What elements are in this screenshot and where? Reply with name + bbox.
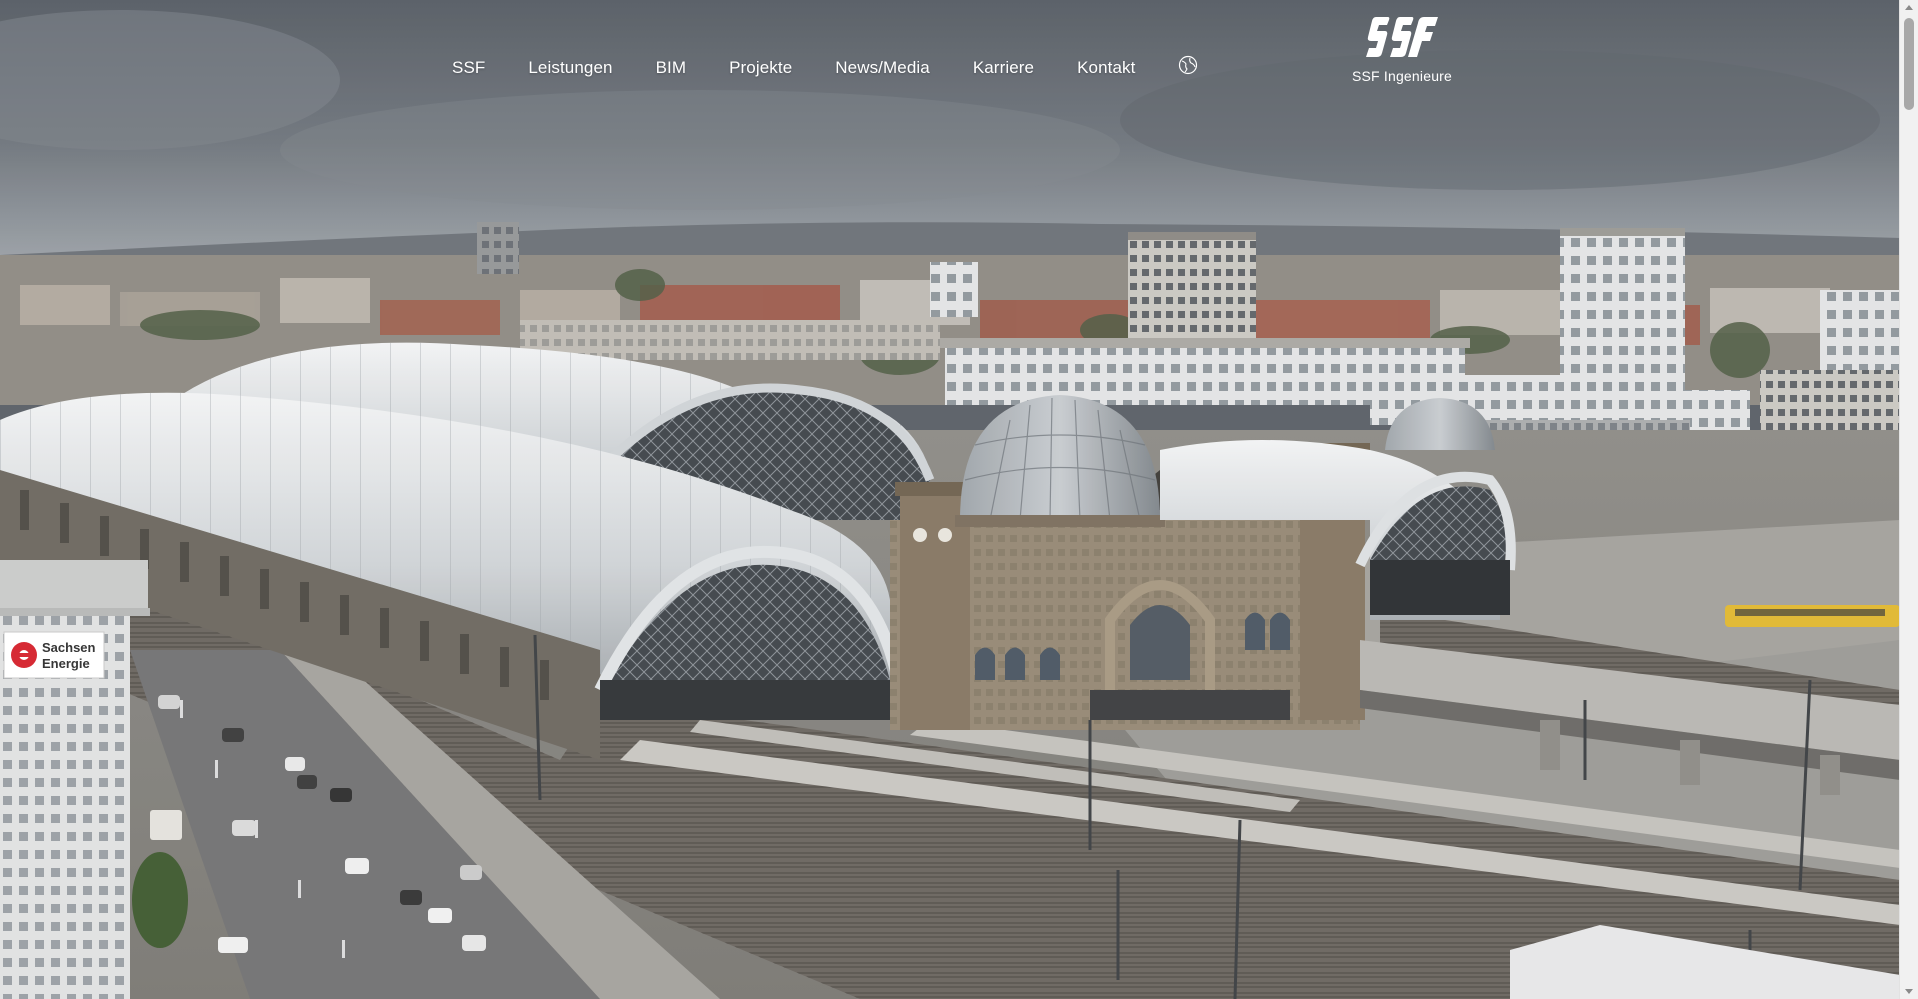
scrollbar-thumb[interactable] — [1904, 18, 1914, 110]
nav-item-leistungen[interactable]: Leistungen — [528, 58, 612, 78]
nav-item-news-media[interactable]: News/Media — [835, 58, 930, 78]
page-scrollbar[interactable] — [1899, 0, 1918, 999]
dresden-station-aerial-photo: Sachsen Energie — [0, 0, 1900, 999]
main-navigation: SSF Leistungen BIM Projekte News/Media K… — [452, 55, 1198, 78]
nav-item-projekte[interactable]: Projekte — [729, 58, 792, 78]
ssf-logo-mark-icon — [1366, 17, 1438, 57]
scroll-down-arrow-icon[interactable] — [1905, 989, 1913, 994]
scroll-up-arrow-icon[interactable] — [1905, 5, 1913, 10]
globe-icon[interactable] — [1178, 55, 1198, 75]
ssf-logo[interactable]: SSF Ingenieure — [1349, 15, 1455, 84]
nav-item-karriere[interactable]: Karriere — [973, 58, 1034, 78]
nav-item-kontakt[interactable]: Kontakt — [1077, 58, 1135, 78]
nav-item-ssf[interactable]: SSF — [452, 58, 485, 78]
page: Sachsen Energie SSF Leistungen BIM Proje… — [0, 0, 1918, 999]
logo-text: SSF Ingenieure — [1351, 68, 1453, 84]
nav-item-bim[interactable]: BIM — [656, 58, 687, 78]
hero-image: Sachsen Energie — [0, 0, 1900, 999]
